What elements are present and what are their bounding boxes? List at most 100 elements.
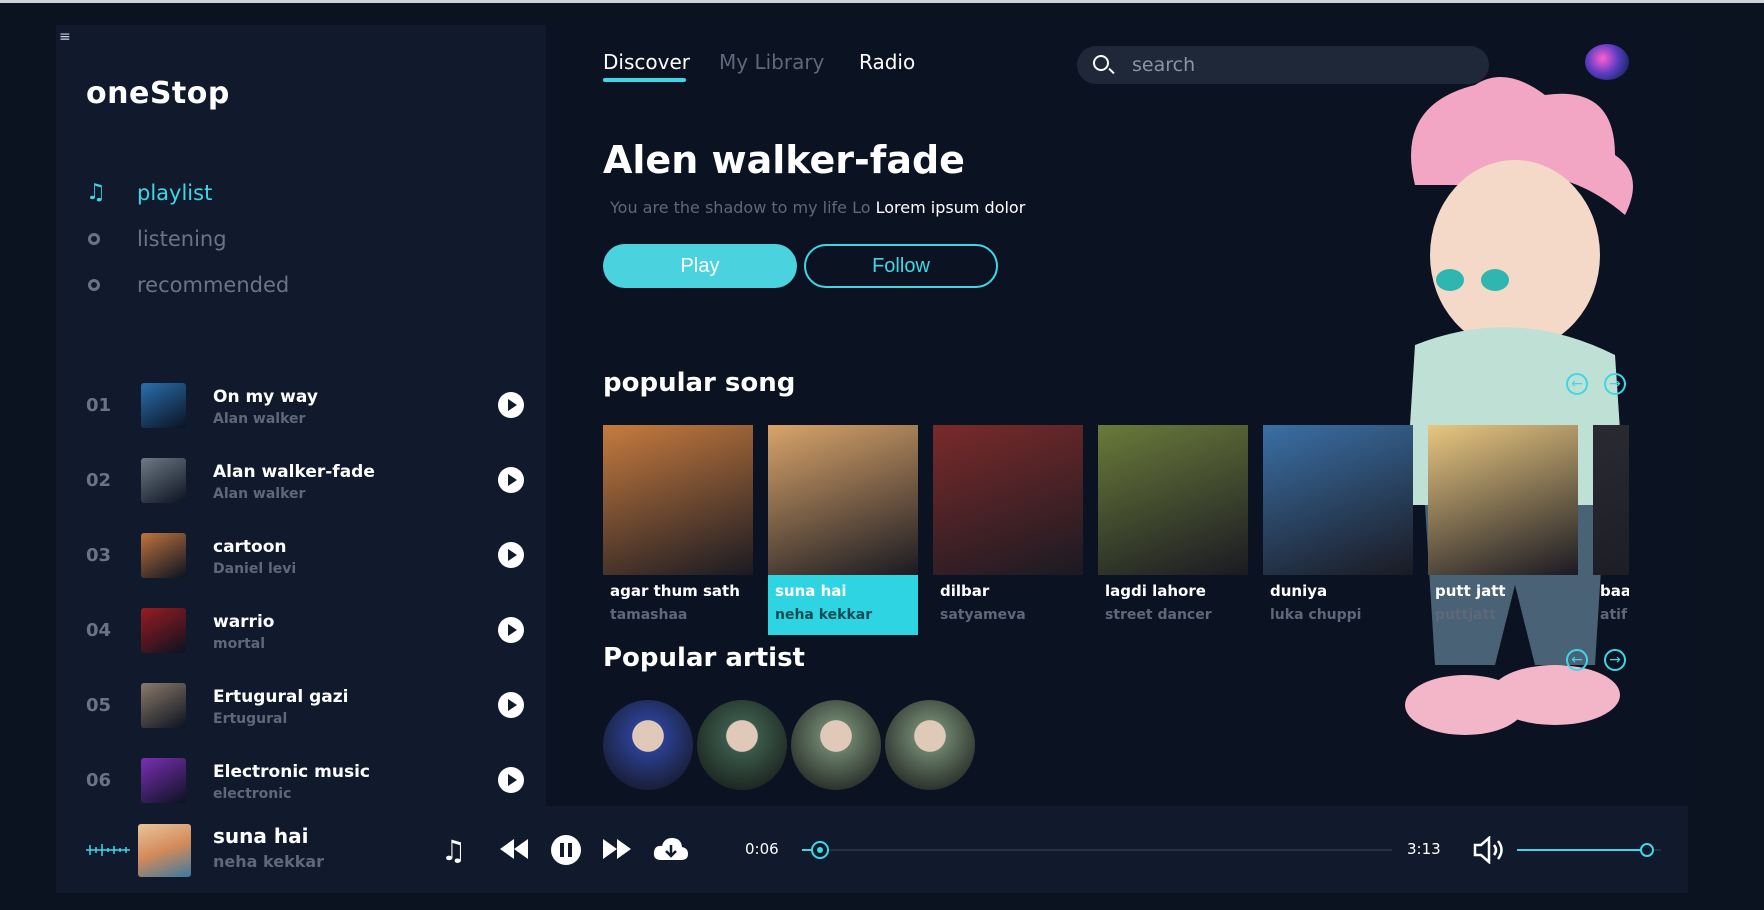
song-card[interactable]: duniya luka chuppi [1263, 425, 1413, 635]
hero-title: Alen walker-fade [603, 138, 965, 182]
waveform-icon [86, 844, 130, 856]
track-thumbnail [141, 683, 186, 728]
play-circle-icon[interactable] [498, 692, 524, 718]
track-artist: electronic [213, 786, 292, 802]
song-subtitle: street dancer [1105, 607, 1212, 623]
music-note-icon: ♫ [86, 180, 106, 205]
song-title: agar thum sath [610, 582, 740, 600]
track-number: 01 [86, 395, 112, 416]
fast-forward-icon[interactable] [601, 837, 633, 861]
artists-prev-arrow-icon[interactable]: ← [1566, 649, 1588, 671]
artists-next-arrow-icon[interactable]: → [1604, 649, 1626, 671]
track-artist: Alan walker [213, 486, 306, 502]
song-subtitle: neha kekkar [775, 607, 873, 623]
window-top-border [0, 0, 1764, 3]
hero-subtitle-bright: Lorem ipsum dolor [875, 198, 1026, 217]
playlist-music-icon[interactable]: ♫ [441, 834, 466, 867]
song-subtitle: puttjatt [1435, 607, 1497, 623]
play-circle-icon[interactable] [498, 467, 524, 493]
song-title: lagdi lahore [1105, 582, 1206, 600]
song-card[interactable]: suna hai neha kekkar [768, 425, 918, 635]
playlist-row[interactable]: 06 Electronic music electronic [86, 754, 526, 810]
track-thumbnail [141, 383, 186, 428]
song-card[interactable]: dilbar satyameva [933, 425, 1083, 635]
play-circle-icon[interactable] [498, 617, 524, 643]
track-title: On my way [213, 387, 318, 407]
song-cover-art [1593, 425, 1629, 575]
song-cover-art [768, 425, 918, 575]
download-cloud-icon[interactable] [653, 836, 689, 862]
progress-knob[interactable] [810, 841, 829, 859]
artist-avatar[interactable] [791, 700, 881, 790]
rewind-icon[interactable] [498, 837, 530, 861]
track-artist: Alan walker [213, 411, 306, 427]
song-title: baa [1600, 582, 1629, 600]
progress-bar[interactable] [802, 841, 1392, 859]
search-icon[interactable] [1093, 55, 1109, 71]
circle-icon [88, 279, 100, 291]
song-card[interactable]: putt jatt puttjatt [1428, 425, 1578, 635]
volume-icon[interactable] [1473, 836, 1507, 864]
songs-prev-arrow-icon[interactable]: ← [1566, 373, 1588, 395]
track-thumbnail [141, 608, 186, 653]
playlist-row[interactable]: 05 Ertugural gazi Ertugural [86, 679, 526, 735]
play-circle-icon[interactable] [498, 767, 524, 793]
track-thumbnail [141, 758, 186, 803]
brand-logo: oneStop [86, 76, 230, 111]
artist-avatar[interactable] [697, 700, 787, 790]
menu-icon[interactable]: ≡ [59, 29, 71, 45]
songs-next-arrow-icon[interactable]: → [1604, 373, 1626, 395]
sidebar-item-recommended[interactable]: recommended [86, 270, 386, 300]
total-time: 3:13 [1407, 840, 1441, 858]
track-artist: Daniel levi [213, 561, 297, 577]
track-thumbnail [141, 458, 186, 503]
volume-fill [1517, 849, 1647, 851]
song-title: dilbar [940, 582, 990, 600]
sidebar-item-label: listening [137, 227, 227, 251]
play-button[interactable]: Play [603, 244, 797, 288]
volume-knob[interactable] [1639, 843, 1654, 857]
playlist-row[interactable]: 03 cartoon Daniel levi [86, 529, 526, 585]
song-card[interactable]: agar thum sath tamashaa [603, 425, 753, 635]
follow-button[interactable]: Follow [804, 244, 998, 288]
current-time: 0:06 [745, 840, 779, 858]
song-subtitle: atif c [1600, 607, 1629, 623]
play-circle-icon[interactable] [498, 392, 524, 418]
track-artist: Ertugural [213, 711, 288, 727]
song-subtitle: luka chuppi [1270, 607, 1362, 623]
now-playing-title: suna hai [213, 824, 309, 848]
playlist-row[interactable]: 04 warrio mortal [86, 604, 526, 660]
popular-song-heading: popular song [603, 368, 796, 398]
track-number: 05 [86, 695, 112, 716]
song-subtitle: satyameva [940, 607, 1026, 623]
now-playing-artist: neha kekkar [213, 852, 325, 871]
pause-button[interactable] [551, 835, 581, 865]
sidebar-item-playlist[interactable]: ♫ playlist [86, 178, 386, 208]
song-title: duniya [1270, 582, 1328, 600]
song-card[interactable]: lagdi lahore street dancer [1098, 425, 1248, 635]
sidebar-item-listening[interactable]: listening [86, 224, 386, 254]
song-cover-art [1428, 425, 1578, 575]
circle-icon [88, 233, 100, 245]
track-title: warrio [213, 612, 275, 632]
track-title: cartoon [213, 537, 287, 557]
song-cover-art [933, 425, 1083, 575]
artist-avatar[interactable] [603, 700, 693, 790]
sidebar-item-label: playlist [137, 181, 213, 205]
tab-radio[interactable]: Radio [859, 50, 915, 74]
song-cover-art [1098, 425, 1248, 575]
track-title: Ertugural gazi [213, 687, 349, 707]
playlist-row[interactable]: 02 Alan walker-fade Alan walker [86, 454, 526, 510]
artist-avatar[interactable] [885, 700, 975, 790]
track-number: 06 [86, 770, 112, 791]
play-circle-icon[interactable] [498, 542, 524, 568]
playlist-row[interactable]: 01 On my way Alan walker [86, 379, 526, 435]
song-card[interactable]: baa atif c [1593, 425, 1629, 635]
volume-slider[interactable] [1517, 843, 1661, 857]
song-subtitle: tamashaa [610, 607, 688, 623]
track-title: Electronic music [213, 762, 371, 782]
song-title: putt jatt [1435, 582, 1506, 600]
hero-subtitle: You are the shadow to my life Lo Lorem i… [610, 198, 1025, 217]
tab-my-library[interactable]: My Library [719, 50, 824, 74]
tab-discover[interactable]: Discover [603, 50, 690, 74]
